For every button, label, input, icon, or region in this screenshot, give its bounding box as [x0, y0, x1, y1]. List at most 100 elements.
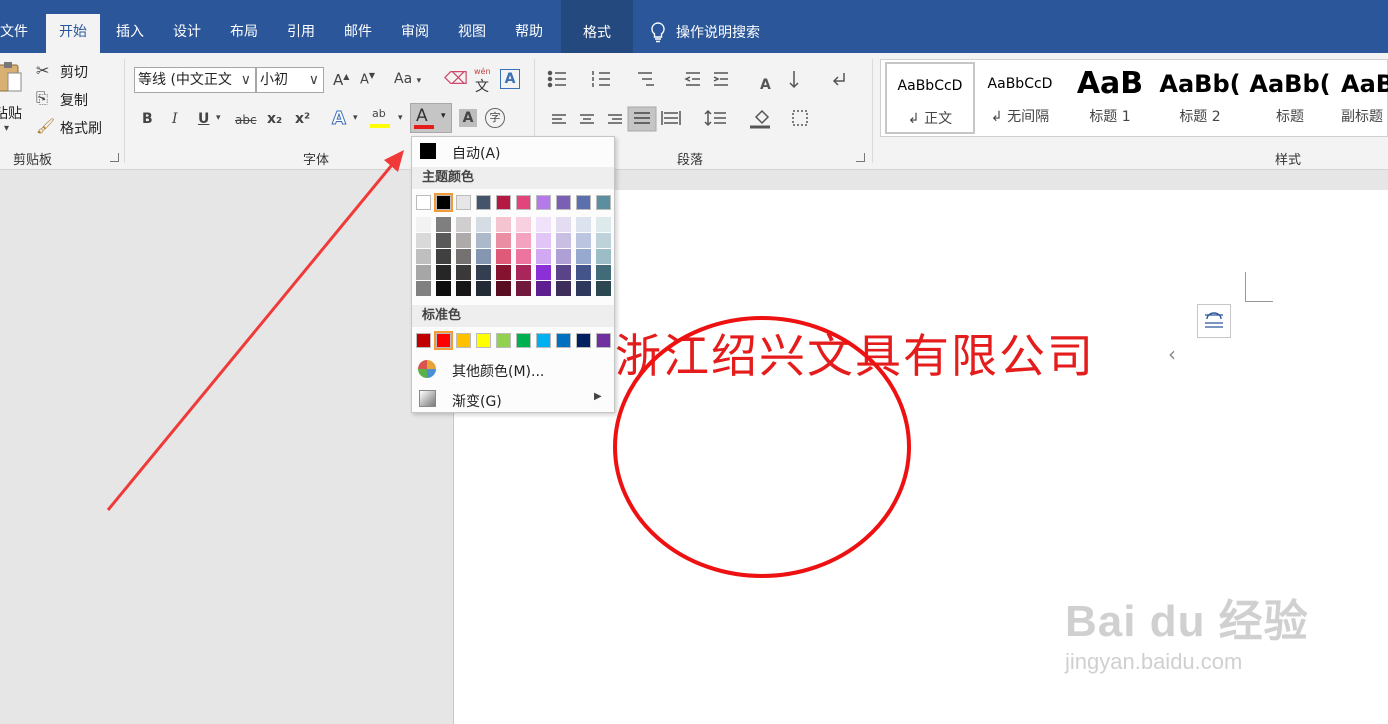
bold-button[interactable]: B: [142, 111, 153, 127]
highlight-button[interactable]: ab: [370, 107, 394, 131]
standard-color-swatch[interactable]: [476, 333, 491, 348]
gradient-item[interactable]: 渐变(G) ▶: [412, 385, 614, 413]
theme-color-swatch[interactable]: [434, 193, 453, 212]
chevron-down-icon[interactable]: ▾: [398, 113, 403, 123]
theme-color-swatch[interactable]: [456, 195, 471, 210]
enclose-characters-button[interactable]: 字: [485, 108, 505, 128]
theme-color-swatch[interactable]: [496, 195, 511, 210]
paragraph-launcher-icon[interactable]: [856, 153, 865, 162]
theme-shade-swatch[interactable]: [416, 217, 431, 232]
theme-shade-swatch[interactable]: [516, 217, 531, 232]
theme-shade-swatch[interactable]: [436, 233, 451, 248]
subscript-button[interactable]: x₂: [267, 111, 282, 127]
standard-color-swatch[interactable]: [434, 331, 453, 350]
theme-shade-swatch[interactable]: [436, 265, 451, 280]
theme-shade-swatch[interactable]: [456, 281, 471, 296]
theme-shade-swatch[interactable]: [556, 265, 571, 280]
tab-mailings[interactable]: 邮件: [332, 14, 384, 53]
theme-color-swatch[interactable]: [416, 195, 431, 210]
style-subtitle[interactable]: AaB 副标题: [1335, 62, 1388, 134]
theme-color-swatch[interactable]: [576, 195, 591, 210]
theme-shade-swatch[interactable]: [516, 233, 531, 248]
more-colors-item[interactable]: 其他颜色(M)...: [412, 355, 614, 383]
tab-references[interactable]: 引用: [276, 14, 326, 53]
tab-view[interactable]: 视图: [446, 14, 498, 53]
standard-color-swatch[interactable]: [536, 333, 551, 348]
font-name-dropdown[interactable]: 等线 (中文正文 ∨: [134, 67, 256, 93]
theme-shade-swatch[interactable]: [556, 217, 571, 232]
theme-shade-swatch[interactable]: [416, 233, 431, 248]
theme-shade-swatch[interactable]: [536, 233, 551, 248]
theme-shade-swatch[interactable]: [536, 281, 551, 296]
tab-home[interactable]: 开始: [46, 14, 100, 53]
format-painter-button[interactable]: 🖌 格式刷: [36, 117, 116, 139]
theme-shade-swatch[interactable]: [556, 233, 571, 248]
clear-formatting-icon[interactable]: ⌫: [444, 69, 468, 89]
standard-color-swatch[interactable]: [596, 333, 611, 348]
style-heading-2[interactable]: AaBb( 标题 2: [1155, 62, 1245, 134]
theme-color-swatch[interactable]: [536, 195, 551, 210]
theme-shade-swatch[interactable]: [416, 281, 431, 296]
tab-review[interactable]: 审阅: [390, 14, 440, 53]
theme-color-swatch[interactable]: [516, 195, 531, 210]
character-shading-button[interactable]: A: [459, 109, 477, 127]
theme-shade-swatch[interactable]: [456, 265, 471, 280]
theme-shade-swatch[interactable]: [436, 281, 451, 296]
theme-shade-swatch[interactable]: [456, 217, 471, 232]
superscript-button[interactable]: x²: [295, 111, 310, 127]
auto-color-item[interactable]: 自动(A): [412, 137, 614, 165]
theme-shade-swatch[interactable]: [476, 217, 491, 232]
italic-button[interactable]: I: [172, 111, 178, 127]
change-case-button[interactable]: Aa ▾: [394, 71, 421, 87]
chevron-down-icon[interactable]: ▾: [353, 113, 358, 123]
cut-button[interactable]: ✂ 剪切: [36, 61, 106, 83]
tab-help[interactable]: 帮助: [504, 14, 554, 53]
theme-shade-swatch[interactable]: [456, 233, 471, 248]
theme-shade-swatch[interactable]: [436, 249, 451, 264]
tab-format[interactable]: 格式: [561, 0, 633, 53]
theme-shade-swatch[interactable]: [536, 249, 551, 264]
font-color-button[interactable]: A ▾: [410, 103, 452, 133]
copy-button[interactable]: ⎘ 复制: [36, 89, 106, 111]
font-size-dropdown[interactable]: 小初 ∨: [256, 67, 324, 93]
text-effects-button[interactable]: A: [332, 108, 347, 130]
theme-shade-swatch[interactable]: [516, 281, 531, 296]
theme-shade-swatch[interactable]: [576, 217, 591, 232]
theme-shade-swatch[interactable]: [496, 233, 511, 248]
theme-shade-swatch[interactable]: [456, 249, 471, 264]
standard-color-swatch[interactable]: [456, 333, 471, 348]
tab-insert[interactable]: 插入: [104, 14, 156, 53]
style-title[interactable]: AaBb( 标题: [1245, 62, 1335, 134]
tab-layout[interactable]: 布局: [218, 14, 270, 53]
theme-shade-swatch[interactable]: [496, 265, 511, 280]
paste-button[interactable]: 粘贴 ▾: [0, 61, 28, 141]
tab-file[interactable]: 文件: [0, 14, 28, 53]
company-name-text[interactable]: 浙江绍兴文具有限公司: [615, 320, 1095, 386]
layout-options-button[interactable]: [1197, 304, 1231, 338]
underline-button[interactable]: U: [198, 111, 209, 127]
theme-shade-swatch[interactable]: [476, 249, 491, 264]
theme-shade-swatch[interactable]: [416, 265, 431, 280]
theme-shade-swatch[interactable]: [476, 281, 491, 296]
shrink-font-icon[interactable]: A▼: [360, 71, 375, 87]
theme-shade-swatch[interactable]: [556, 281, 571, 296]
tell-me-search[interactable]: 操作说明搜索: [650, 21, 760, 43]
theme-shade-swatch[interactable]: [536, 217, 551, 232]
theme-shade-swatch[interactable]: [516, 249, 531, 264]
standard-color-swatch[interactable]: [576, 333, 591, 348]
theme-shade-swatch[interactable]: [596, 265, 611, 280]
clipboard-launcher-icon[interactable]: [110, 153, 119, 162]
theme-shade-swatch[interactable]: [576, 281, 591, 296]
theme-color-swatch[interactable]: [476, 195, 491, 210]
style-heading-1[interactable]: AaB 标题 1: [1065, 62, 1155, 134]
theme-shade-swatch[interactable]: [476, 265, 491, 280]
standard-color-swatch[interactable]: [416, 333, 431, 348]
theme-shade-swatch[interactable]: [536, 265, 551, 280]
theme-color-swatch[interactable]: [556, 195, 571, 210]
tab-design[interactable]: 设计: [162, 14, 212, 53]
theme-shade-swatch[interactable]: [556, 249, 571, 264]
theme-shade-swatch[interactable]: [516, 265, 531, 280]
theme-shade-swatch[interactable]: [596, 281, 611, 296]
character-border-button[interactable]: A: [500, 69, 520, 89]
theme-shade-swatch[interactable]: [416, 249, 431, 264]
